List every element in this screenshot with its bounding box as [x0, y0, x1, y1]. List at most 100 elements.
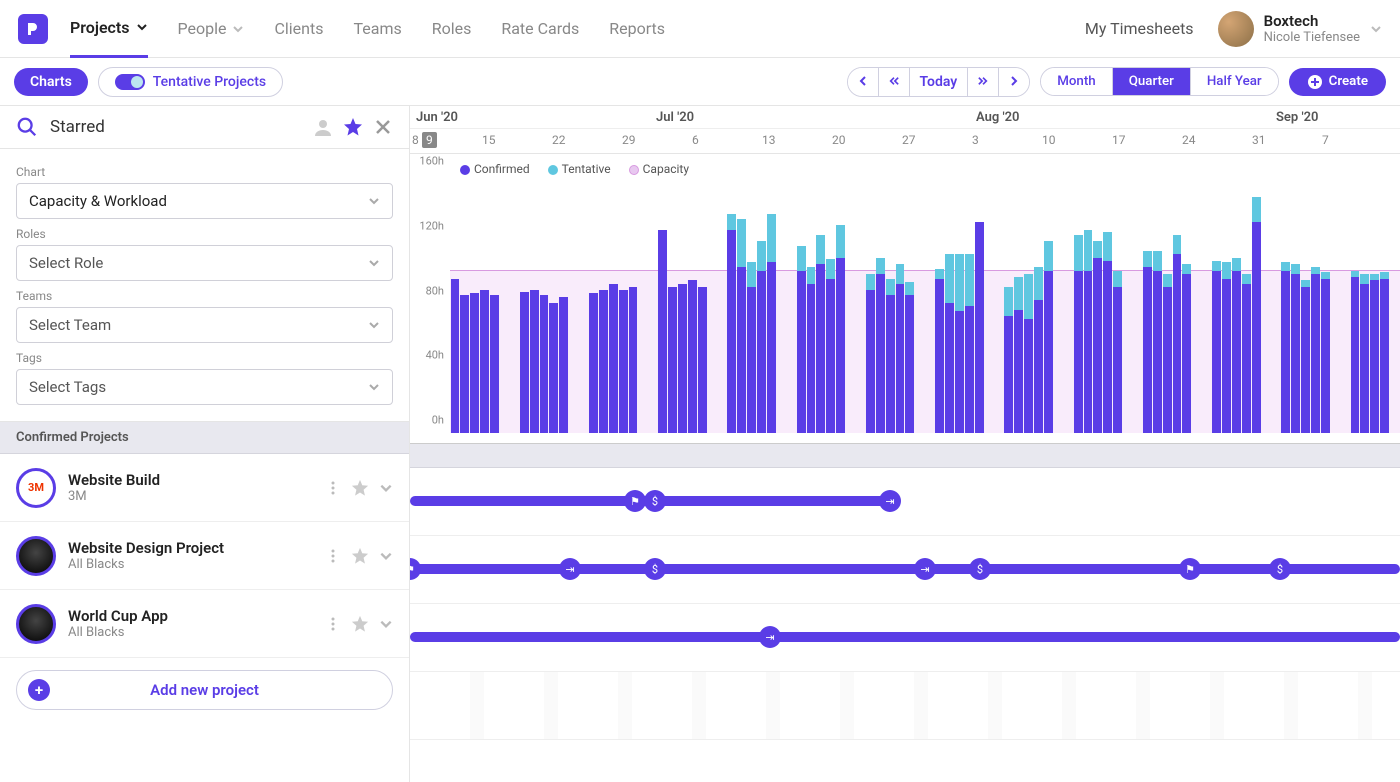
bar-column — [1162, 274, 1172, 433]
bar-column — [608, 284, 618, 434]
milestone-flag-icon[interactable]: ⚑ — [624, 490, 646, 512]
project-client: All Blacks — [68, 557, 313, 572]
more-icon[interactable] — [325, 616, 341, 632]
milestone-end-icon[interactable]: ⇥ — [879, 490, 901, 512]
chevron-down-icon[interactable] — [379, 617, 393, 631]
clear-search-icon[interactable] — [373, 117, 393, 137]
gantt-row[interactable]: ⇥ — [410, 604, 1400, 672]
bar-column — [618, 290, 628, 433]
tags-filter-select[interactable]: Select Tags — [16, 369, 393, 405]
milestone-dollar-icon[interactable]: $ — [1269, 558, 1291, 580]
today-button[interactable]: Today — [910, 68, 969, 96]
logo-icon — [25, 21, 41, 37]
day-label: 29 — [622, 133, 636, 147]
prev-page-button[interactable] — [848, 68, 879, 96]
nav-roles[interactable]: Roles — [432, 1, 472, 56]
project-avatar: 3M — [16, 468, 56, 508]
charts-button[interactable]: Charts — [14, 68, 88, 96]
my-timesheets-link[interactable]: My Timesheets — [1085, 19, 1194, 38]
chevron-down-icon — [368, 319, 380, 331]
bar-column — [1083, 230, 1093, 433]
bar-column — [1024, 274, 1034, 433]
bar-column — [1241, 274, 1251, 433]
teams-filter-label: Teams — [16, 289, 393, 303]
more-icon[interactable] — [325, 480, 341, 496]
project-row[interactable]: Website Design ProjectAll Blacks — [0, 522, 409, 590]
bar-column — [1281, 262, 1291, 433]
bar-column — [628, 287, 638, 433]
bar-column — [796, 246, 806, 433]
milestone-dollar-icon[interactable]: $ — [969, 558, 991, 580]
day-label: 22 — [552, 133, 566, 147]
bar-column — [588, 293, 598, 433]
person-filter-icon[interactable] — [313, 117, 333, 137]
star-icon[interactable] — [351, 479, 369, 497]
projects-section-header: Confirmed Projects — [0, 422, 409, 454]
y-tick: 0h — [432, 414, 444, 427]
bar-column — [905, 282, 915, 433]
chevron-down-icon[interactable] — [379, 549, 393, 563]
bar-column — [1310, 267, 1320, 433]
gantt-row[interactable]: ⚑ ⇥ $ ⇥ $ ⚑ $ — [410, 536, 1400, 604]
teams-filter-select[interactable]: Select Team — [16, 307, 393, 343]
day-label: 17 — [1112, 133, 1126, 147]
project-row[interactable]: 3MWebsite Build3M — [0, 454, 409, 522]
bar-column — [964, 254, 974, 433]
chart-filter-label: Chart — [16, 165, 393, 179]
star-filter-icon[interactable] — [343, 117, 363, 137]
plus-circle-icon — [1307, 74, 1323, 90]
nav-reports[interactable]: Reports — [609, 1, 665, 56]
bar-column — [1034, 267, 1044, 433]
toggle-switch[interactable] — [115, 74, 145, 90]
gantt-row[interactable]: ⚑$ ⇥ — [410, 468, 1400, 536]
bar-column — [935, 269, 945, 433]
nav-people[interactable]: People — [178, 1, 245, 56]
bar-column — [767, 214, 777, 433]
star-icon[interactable] — [351, 615, 369, 633]
tentative-toggle[interactable]: Tentative Projects — [98, 67, 283, 97]
day-label: 10 — [1042, 133, 1056, 147]
timeline-header: Jun '20Jul '20Aug '20Sep '20 89152229613… — [410, 106, 1400, 154]
milestone-flag-icon[interactable]: ⚑ — [410, 558, 421, 580]
create-button[interactable]: Create — [1289, 68, 1386, 96]
milestone-end-icon[interactable]: ⇥ — [914, 558, 936, 580]
nav-teams[interactable]: Teams — [353, 1, 401, 56]
milestone-flag-icon[interactable]: ⚑ — [1179, 558, 1201, 580]
milestone-dollar-icon[interactable]: $ — [644, 558, 666, 580]
prev-fast-button[interactable] — [879, 68, 910, 96]
milestone-dollar-icon[interactable]: $ — [644, 490, 666, 512]
search-input[interactable] — [50, 117, 301, 137]
milestone-end-icon[interactable]: ⇥ — [759, 626, 781, 648]
nav-projects[interactable]: Projects — [70, 0, 148, 58]
next-page-button[interactable] — [999, 68, 1029, 96]
more-icon[interactable] — [325, 548, 341, 564]
day-label: 20 — [832, 133, 846, 147]
app-logo[interactable] — [18, 14, 48, 44]
star-icon[interactable] — [351, 547, 369, 565]
range-half-year[interactable]: Half Year — [1191, 68, 1278, 95]
milestone-end-icon[interactable]: ⇥ — [559, 558, 581, 580]
nav-clients[interactable]: Clients — [274, 1, 323, 56]
bar-column — [1093, 241, 1103, 433]
nav-rate-cards[interactable]: Rate Cards — [501, 1, 579, 56]
month-label: Jun '20 — [416, 110, 458, 125]
range-quarter[interactable]: Quarter — [1113, 68, 1191, 95]
bar-column — [1301, 280, 1311, 433]
bar-column — [470, 293, 480, 433]
chevron-down-icon[interactable] — [379, 481, 393, 495]
bar-column — [885, 279, 895, 433]
day-label: 7 — [1322, 133, 1329, 147]
bar-column — [826, 259, 836, 433]
next-fast-button[interactable] — [968, 68, 999, 96]
bar-column — [1350, 271, 1360, 434]
project-name: World Cup App — [68, 607, 313, 625]
bar-column — [1212, 261, 1222, 433]
roles-filter-select[interactable]: Select Role — [16, 245, 393, 281]
range-month[interactable]: Month — [1041, 68, 1112, 95]
project-row[interactable]: World Cup AppAll Blacks — [0, 590, 409, 658]
gantt-bar[interactable] — [410, 632, 1400, 642]
user-menu[interactable]: Boxtech Nicole Tiefensee — [1218, 11, 1382, 47]
bar-column — [1360, 274, 1370, 433]
chart-filter-select[interactable]: Capacity & Workload — [16, 183, 393, 219]
add-project-button[interactable]: + Add new project — [16, 670, 393, 710]
